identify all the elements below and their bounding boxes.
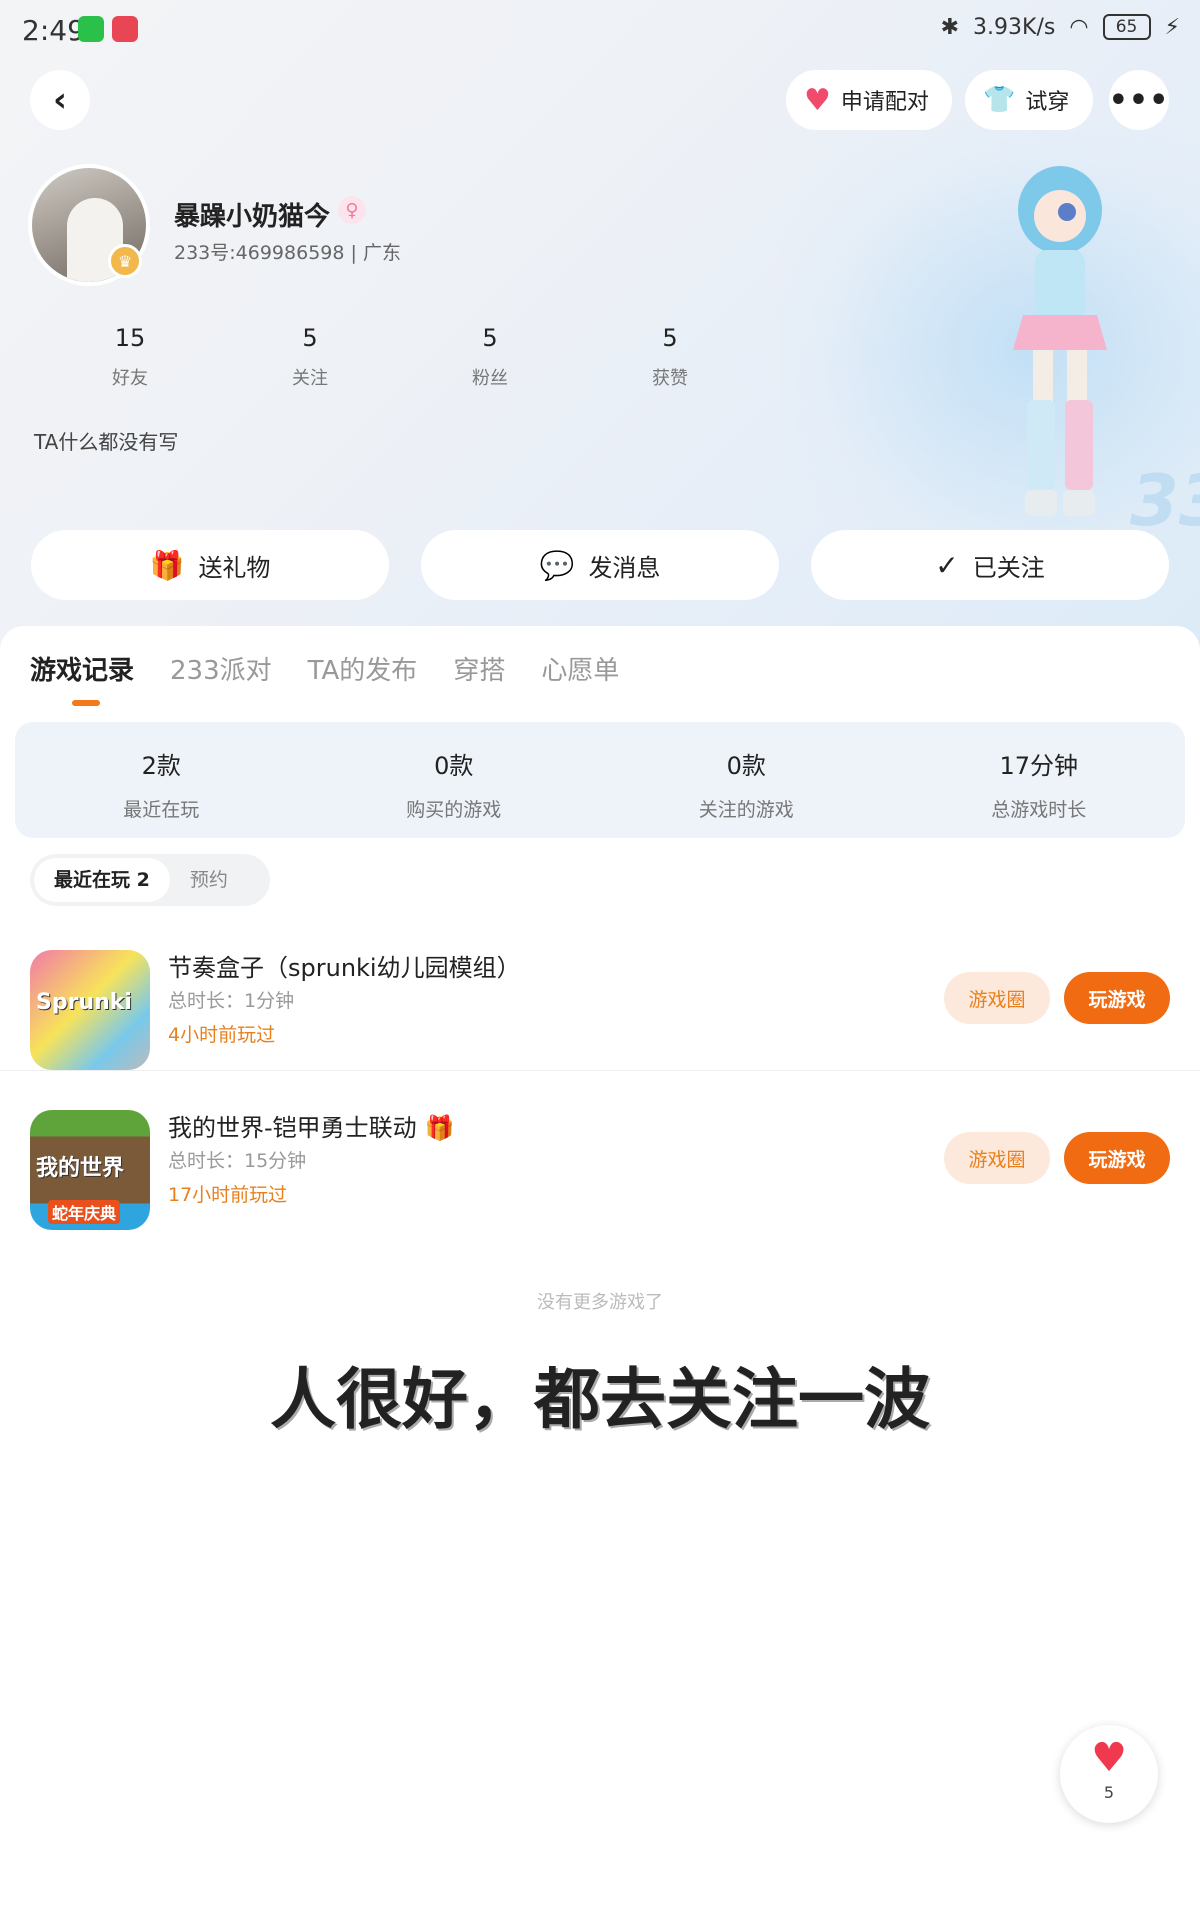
gift-box-icon: 🎁 [424,1114,455,1142]
summary-number: 0款 [434,752,474,780]
try-on-button[interactable]: 👕 试穿 [965,70,1093,130]
tab-233-party[interactable]: 233派对 [170,650,272,687]
content-panel: 游戏记录 233派对 TA的发布 穿搭 心愿单 2款 最近在玩 0款 购买的游戏… [0,626,1200,1920]
followed-label: 已关注 [972,553,1045,582]
network-speed: 3.93K/s [973,14,1056,40]
bluetooth-icon: ✱ [940,14,960,40]
crown-icon: ♛ [108,244,142,278]
stat-label: 关注 [292,368,328,389]
female-gender-icon: ♀ [338,196,366,224]
filter-reserve[interactable]: 预约 [170,858,248,902]
summary-followed[interactable]: 0款 关注的游戏 [600,722,893,838]
summary-label: 关注的游戏 [698,799,794,821]
user-id-location: 233号:469986598 | 广东 [174,242,401,264]
match-label: 申请配对 [840,90,929,115]
send-gift-button[interactable]: 🎁 送礼物 [31,530,389,600]
stat-label: 粉丝 [472,368,508,389]
game-last-played: 17小时前玩过 [168,1184,288,1206]
chat-bubble-icon: 💬 [539,548,575,582]
chevron-left-icon: ‹ [52,80,67,120]
tab-outfits[interactable]: 穿搭 [453,650,505,687]
list-item[interactable]: 我的世界 蛇年庆典 我的世界-铠甲勇士联动 🎁 总时长：15分钟 17小时前玩过 … [0,1096,1200,1246]
stat-number: 15 [114,324,146,352]
tab-posts[interactable]: TA的发布 [308,650,418,687]
game-icon[interactable]: 我的世界 蛇年庆典 [30,1110,150,1230]
like-button[interactable]: ♥ 5 [1060,1725,1158,1823]
game-duration: 总时长：1分钟 [168,990,295,1012]
like-count: 5 [1103,1783,1115,1802]
status-time: 2:49 [22,14,85,47]
list-item[interactable]: Sprunki 节奏盒子（sprunki幼儿园模组） 总时长：1分钟 4小时前玩… [0,936,1200,1071]
game-duration: 总时长：15分钟 [168,1150,307,1172]
match-button[interactable]: ♥ 申请配对 [786,70,952,130]
video-caption: 人很好，都去关注一波 [270,1361,930,1438]
nickname: 暴躁小奶猫今 [174,202,331,232]
shirt-icon: 👕 [983,85,1016,115]
stat-friends[interactable]: 15 好友 [40,324,220,390]
no-more-games: 没有更多游戏了 [537,1292,663,1313]
charging-icon: ⚡ [1164,14,1180,40]
stat-number: 5 [482,324,498,352]
game-circle-button[interactable]: 游戏圈 [944,1132,1050,1184]
game-filter: 最近在玩 2 预约 [30,854,270,906]
game-circle-button[interactable]: 游戏圈 [944,972,1050,1024]
game-title: 节奏盒子（sprunki幼儿园模组） [168,954,521,982]
game-summary: 2款 最近在玩 0款 购买的游戏 0款 关注的游戏 17分钟 总游戏时长 [15,722,1185,838]
tab-wishlist[interactable]: 心愿单 [541,650,619,687]
stat-number: 5 [302,324,318,352]
game-title-text: 我的世界-铠甲勇士联动 [168,1114,417,1142]
heart-icon: ♥ [804,82,831,118]
filter-recent[interactable]: 最近在玩 2 [34,858,170,902]
send-message-button[interactable]: 💬 发消息 [421,530,779,600]
stat-followers[interactable]: 5 粉丝 [400,324,580,390]
game-icon-text: Sprunki [36,990,132,1015]
active-tab-indicator [72,700,100,706]
summary-number: 0款 [726,752,766,780]
game-icon[interactable]: Sprunki [30,950,150,1070]
heart-icon: ♥ [1091,1735,1127,1781]
back-button[interactable]: ‹ [30,70,90,130]
game-icon-subtext: 蛇年庆典 [48,1200,121,1224]
summary-purchased[interactable]: 0款 购买的游戏 [308,722,601,838]
followed-button[interactable]: ✓ 已关注 [811,530,1169,600]
play-game-button[interactable]: 玩游戏 [1064,972,1170,1024]
summary-label: 最近在玩 [123,799,200,821]
summary-label: 购买的游戏 [406,799,502,821]
summary-total-time: 17分钟 总游戏时长 [893,722,1186,838]
bio: TA什么都没有写 [34,430,179,454]
game-icon-text: 我的世界 [36,1156,125,1181]
avatar-character-image[interactable] [995,150,1125,530]
stat-label: 好友 [112,368,148,389]
summary-number: 2款 [141,752,181,780]
more-icon: ••• [1108,82,1170,118]
send-message-label: 发消息 [588,553,661,582]
gift-icon: 🎁 [149,548,185,582]
more-button[interactable]: ••• [1109,70,1169,130]
profile-stats: 15 好友 5 关注 5 粉丝 5 获赞 [40,324,760,390]
play-game-button[interactable]: 玩游戏 [1064,1132,1170,1184]
battery-icon: 65 [1102,14,1151,40]
check-icon: ✓ [935,548,959,582]
stat-likes[interactable]: 5 获赞 [580,324,760,390]
wechat-notification-icon [78,16,104,42]
game-last-played: 4小时前玩过 [168,1024,276,1046]
stat-label: 获赞 [652,368,688,389]
game-title: 我的世界-铠甲勇士联动 🎁 [168,1108,455,1143]
try-on-label: 试穿 [1025,90,1070,115]
stat-number: 5 [662,324,678,352]
app-notification-icon [112,16,138,42]
profile-tabs: 游戏记录 233派对 TA的发布 穿搭 心愿单 [30,650,619,687]
wifi-icon: ◠ [1069,14,1089,40]
tab-game-records[interactable]: 游戏记录 [30,650,134,687]
summary-label: 总游戏时长 [991,799,1087,821]
status-bar: 2:49 ✱ 3.93K/s ◠ 65 ⚡ [0,0,1200,60]
stat-following[interactable]: 5 关注 [220,324,400,390]
summary-recent[interactable]: 2款 最近在玩 [15,722,308,838]
summary-number: 17分钟 [999,752,1079,780]
send-gift-label: 送礼物 [198,553,271,582]
